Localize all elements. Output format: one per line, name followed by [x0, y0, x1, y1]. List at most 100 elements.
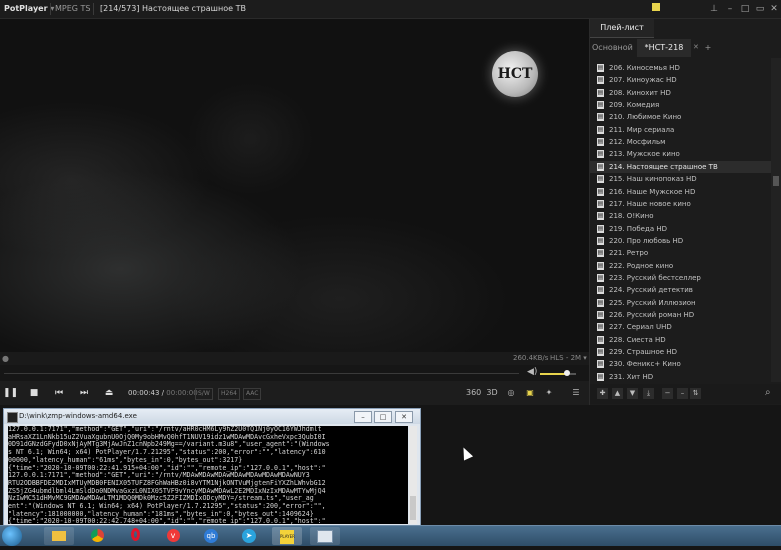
playlist-item[interactable]: ▤ 227. Сериал UHD	[590, 321, 771, 333]
console-title-bar[interactable]: D:\wink\zmp-windows-amd64.exe – □ ✕	[4, 409, 420, 424]
maximize-icon[interactable]: □	[374, 411, 392, 423]
explorer-icon[interactable]	[44, 527, 74, 545]
search-icon[interactable]: ⌕	[765, 387, 771, 398]
file-icon: ▤	[597, 138, 604, 147]
close-icon[interactable]: ✕	[395, 411, 413, 423]
video-area[interactable]: НСТ	[0, 19, 589, 352]
playlist-item-label: 216. Наше Мужское HD	[609, 187, 696, 196]
opera-icon[interactable]	[120, 527, 150, 545]
vr-icon[interactable]: ◎	[504, 386, 518, 400]
move-bottom-icon[interactable]: ⤓	[643, 388, 654, 399]
add-subtab-button[interactable]: +	[702, 39, 714, 57]
close-icon[interactable]: ✕	[693, 43, 699, 51]
chrome-icon[interactable]	[82, 527, 112, 545]
3d-icon[interactable]: 3D	[485, 386, 499, 400]
playlist-item[interactable]: ▤ 230. Феникс+ Кино	[590, 358, 771, 370]
playlist-item[interactable]: ▤ 229. Страшное HD	[590, 346, 771, 358]
close-icon[interactable]: ✕	[767, 2, 781, 16]
playlist-item[interactable]: ▤ 212. Мосфильм	[590, 136, 771, 148]
playlist-item[interactable]: ▤ 231. Хит HD	[590, 371, 771, 382]
maximize-icon[interactable]: □	[738, 2, 752, 16]
capture-icon[interactable]: ▣	[523, 386, 537, 400]
settings-icon[interactable]: ✦	[542, 386, 556, 400]
potplayer-icon[interactable]: PLAYER	[272, 527, 302, 545]
playlist-item[interactable]: ▤ 220. Про любовь HD	[590, 235, 771, 247]
volume-icon[interactable]: ◀)	[527, 367, 537, 377]
playlist-item-label: 212. Мосфильм	[609, 138, 666, 147]
add-icon[interactable]: ✚	[597, 388, 608, 399]
console-scrollbar[interactable]	[409, 426, 417, 524]
file-icon: ▤	[597, 150, 604, 159]
playlist-item-label: 221. Ретро	[609, 249, 649, 258]
playlist-item[interactable]: ▤ 219. Победа HD	[590, 223, 771, 235]
playlist-item[interactable]: ▤ 209. Комедия	[590, 99, 771, 111]
playlist-item-label: 219. Победа HD	[609, 224, 667, 233]
playlist-item[interactable]: ▤ 206. Киносемья HD	[590, 62, 771, 74]
playlist-item[interactable]: ▤ 225. Русский Иллюзион	[590, 297, 771, 309]
minus-icon[interactable]: –	[677, 388, 688, 399]
time-current: 00:00:43	[128, 389, 160, 397]
menu-icon[interactable]: ☰	[569, 386, 583, 400]
playlist-item[interactable]: ▤ 224. Русский детектив	[590, 284, 771, 296]
subtab-nct[interactable]: *НСТ-218	[637, 39, 691, 57]
audio-codec-badge[interactable]: AAC	[243, 388, 262, 400]
volume-slider[interactable]	[540, 370, 576, 376]
playlist-item[interactable]: ▤ 217. Наше новое кино	[590, 198, 771, 210]
start-orb[interactable]	[2, 526, 22, 546]
seek-bar[interactable]	[4, 373, 519, 374]
playlist-item[interactable]: ▤ 226. Русский роман HD	[590, 309, 771, 321]
app-menu-button[interactable]: PotPlayer ▾	[4, 0, 54, 18]
playlist-item[interactable]: ▤ 216. Наше Мужское HD	[590, 186, 771, 198]
playlist-item[interactable]: ▤ 222. Родное кино	[590, 260, 771, 272]
tab-playlist[interactable]: Плей-лист	[590, 19, 654, 37]
playlist-item-label: 210. Любимое Кино	[609, 113, 682, 122]
restore-icon[interactable]: ▭	[753, 2, 767, 16]
file-icon: ▤	[597, 113, 604, 122]
taskbar: v qb ➤ PLAYER	[0, 525, 781, 546]
playlist-item[interactable]: ▤ 214. Настоящее страшное ТВ	[590, 160, 771, 173]
scroll-thumb[interactable]	[410, 496, 416, 520]
playlist-item-label: 217. Наше новое кино	[609, 199, 691, 208]
360-icon[interactable]: 360	[466, 386, 481, 400]
playlist-item[interactable]: ▤ 228. Сиеста HD	[590, 334, 771, 346]
time-display: 00:00:43 / 00:00:00	[128, 389, 198, 397]
app-icon[interactable]	[310, 527, 340, 545]
previous-icon[interactable]: ⏮	[52, 386, 66, 400]
stop-icon[interactable]: ■	[27, 386, 41, 400]
vivaldi-icon[interactable]: v	[158, 527, 188, 545]
video-codec-badge[interactable]: H264	[218, 388, 240, 400]
stream-quality-select[interactable]: HLS - 2M ▾	[550, 352, 587, 365]
playlist-item[interactable]: ▤ 207. Киноужас HD	[590, 74, 771, 86]
sort-icon[interactable]: ⇅	[690, 388, 701, 399]
decoder-badge[interactable]: S/W	[195, 388, 213, 400]
title-bar: PotPlayer ▾ MPEG TS [214/573] Настоящее …	[0, 0, 781, 19]
next-icon[interactable]: ⏭	[77, 386, 91, 400]
control-bar: ❚❚ ■ ⏮ ⏭ ⏏ 00:00:43 / 00:00:00 S/W H264 …	[0, 381, 589, 405]
down-icon[interactable]: ▼	[627, 388, 638, 399]
file-icon: ▤	[597, 348, 604, 357]
window-title: [214/573] Настоящее страшное ТВ	[100, 4, 246, 13]
scroll-thumb[interactable]	[773, 176, 779, 186]
pause-icon[interactable]: ❚❚	[3, 386, 18, 400]
telegram-icon[interactable]: ➤	[234, 527, 264, 545]
playlist-item[interactable]: ▤ 208. Кинохит HD	[590, 87, 771, 99]
playlist-scrollbar[interactable]	[771, 58, 781, 382]
pin-icon[interactable]: ⊥	[707, 2, 721, 16]
file-icon: ▤	[597, 224, 604, 233]
minimize-icon[interactable]: –	[354, 411, 372, 423]
playlist-item[interactable]: ▤ 213. Мужское кино	[590, 148, 771, 160]
playlist-item[interactable]: ▤ 218. О!Кино	[590, 210, 771, 222]
playlist-item[interactable]: ▤ 211. Мир сериала	[590, 124, 771, 136]
minimize-icon[interactable]: –	[723, 2, 737, 16]
playlist-item-label: 225. Русский Иллюзион	[609, 298, 696, 307]
playlist-item[interactable]: ▤ 210. Любимое Кино	[590, 111, 771, 123]
up-icon[interactable]: ▲	[612, 388, 623, 399]
remove-icon[interactable]: −	[662, 388, 673, 399]
playlist-item[interactable]: ▤ 223. Русский бестселлер	[590, 272, 771, 284]
playlist-item[interactable]: ▤ 221. Ретро	[590, 247, 771, 259]
playlist-item[interactable]: ▤ 215. Наш кинопоказ HD	[590, 173, 771, 185]
volume-knob[interactable]	[564, 370, 570, 376]
subtab-main[interactable]: Основной	[592, 39, 633, 57]
eject-icon[interactable]: ⏏	[102, 386, 116, 400]
qbittorrent-icon[interactable]: qb	[196, 527, 226, 545]
